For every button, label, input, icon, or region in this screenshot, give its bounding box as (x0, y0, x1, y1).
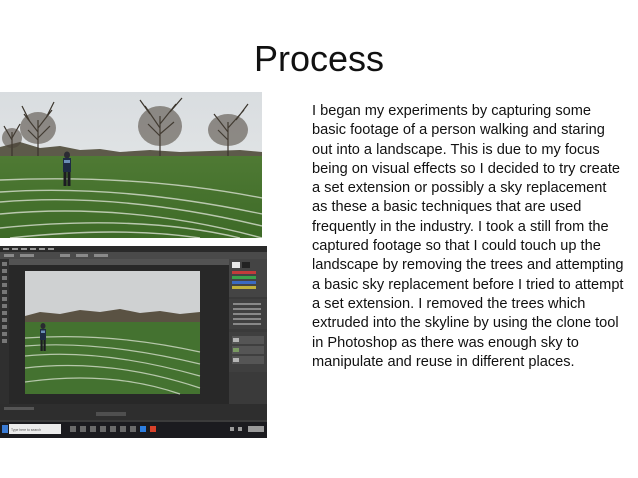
slide-title: Process (253, 38, 385, 79)
process-description: I began my experiments by capturing some… (312, 103, 624, 370)
taskbar-search-text: Type here to search (11, 428, 41, 432)
photoshop-screenshot: Type here to search (0, 246, 267, 438)
field-photo (0, 92, 262, 238)
